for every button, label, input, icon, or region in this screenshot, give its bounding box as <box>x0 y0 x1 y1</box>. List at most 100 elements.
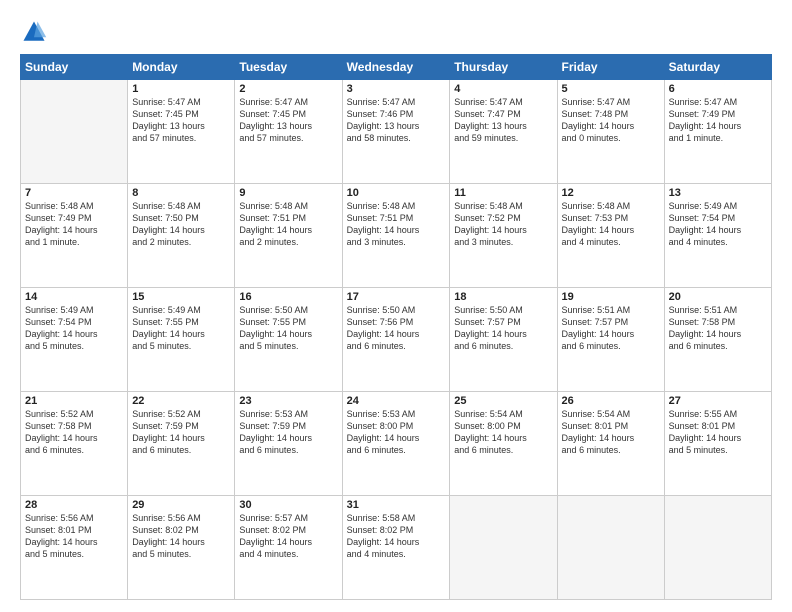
day-cell <box>21 80 128 184</box>
week-row-4: 21Sunrise: 5:52 AM Sunset: 7:58 PM Dayli… <box>21 392 772 496</box>
day-header-monday: Monday <box>128 55 235 80</box>
day-cell: 18Sunrise: 5:50 AM Sunset: 7:57 PM Dayli… <box>450 288 557 392</box>
day-cell: 24Sunrise: 5:53 AM Sunset: 8:00 PM Dayli… <box>342 392 450 496</box>
week-row-2: 7Sunrise: 5:48 AM Sunset: 7:49 PM Daylig… <box>21 184 772 288</box>
day-header-saturday: Saturday <box>664 55 771 80</box>
day-cell: 10Sunrise: 5:48 AM Sunset: 7:51 PM Dayli… <box>342 184 450 288</box>
day-number: 26 <box>562 395 660 407</box>
day-header-friday: Friday <box>557 55 664 80</box>
day-number: 25 <box>454 395 552 407</box>
day-number: 9 <box>239 187 337 199</box>
day-info: Sunrise: 5:48 AM Sunset: 7:51 PM Dayligh… <box>347 200 446 249</box>
day-number: 5 <box>562 83 660 95</box>
day-cell: 28Sunrise: 5:56 AM Sunset: 8:01 PM Dayli… <box>21 496 128 600</box>
week-row-5: 28Sunrise: 5:56 AM Sunset: 8:01 PM Dayli… <box>21 496 772 600</box>
day-cell: 3Sunrise: 5:47 AM Sunset: 7:46 PM Daylig… <box>342 80 450 184</box>
day-cell: 26Sunrise: 5:54 AM Sunset: 8:01 PM Dayli… <box>557 392 664 496</box>
logo <box>20 18 52 46</box>
day-info: Sunrise: 5:47 AM Sunset: 7:47 PM Dayligh… <box>454 96 552 145</box>
day-info: Sunrise: 5:51 AM Sunset: 7:58 PM Dayligh… <box>669 304 767 353</box>
day-number: 19 <box>562 291 660 303</box>
day-info: Sunrise: 5:52 AM Sunset: 7:58 PM Dayligh… <box>25 408 123 457</box>
day-cell: 8Sunrise: 5:48 AM Sunset: 7:50 PM Daylig… <box>128 184 235 288</box>
day-cell <box>557 496 664 600</box>
day-number: 7 <box>25 187 123 199</box>
day-cell: 31Sunrise: 5:58 AM Sunset: 8:02 PM Dayli… <box>342 496 450 600</box>
day-info: Sunrise: 5:54 AM Sunset: 8:00 PM Dayligh… <box>454 408 552 457</box>
week-row-3: 14Sunrise: 5:49 AM Sunset: 7:54 PM Dayli… <box>21 288 772 392</box>
day-info: Sunrise: 5:56 AM Sunset: 8:02 PM Dayligh… <box>132 512 230 561</box>
day-info: Sunrise: 5:55 AM Sunset: 8:01 PM Dayligh… <box>669 408 767 457</box>
day-cell <box>450 496 557 600</box>
day-info: Sunrise: 5:48 AM Sunset: 7:50 PM Dayligh… <box>132 200 230 249</box>
day-info: Sunrise: 5:49 AM Sunset: 7:54 PM Dayligh… <box>25 304 123 353</box>
day-cell: 9Sunrise: 5:48 AM Sunset: 7:51 PM Daylig… <box>235 184 342 288</box>
day-header-thursday: Thursday <box>450 55 557 80</box>
day-cell: 30Sunrise: 5:57 AM Sunset: 8:02 PM Dayli… <box>235 496 342 600</box>
day-number: 28 <box>25 499 123 511</box>
day-cell: 17Sunrise: 5:50 AM Sunset: 7:56 PM Dayli… <box>342 288 450 392</box>
day-header-wednesday: Wednesday <box>342 55 450 80</box>
day-number: 14 <box>25 291 123 303</box>
day-info: Sunrise: 5:49 AM Sunset: 7:55 PM Dayligh… <box>132 304 230 353</box>
day-number: 3 <box>347 83 446 95</box>
day-cell: 13Sunrise: 5:49 AM Sunset: 7:54 PM Dayli… <box>664 184 771 288</box>
day-cell: 4Sunrise: 5:47 AM Sunset: 7:47 PM Daylig… <box>450 80 557 184</box>
day-info: Sunrise: 5:53 AM Sunset: 8:00 PM Dayligh… <box>347 408 446 457</box>
day-number: 15 <box>132 291 230 303</box>
day-info: Sunrise: 5:57 AM Sunset: 8:02 PM Dayligh… <box>239 512 337 561</box>
day-number: 6 <box>669 83 767 95</box>
day-cell: 7Sunrise: 5:48 AM Sunset: 7:49 PM Daylig… <box>21 184 128 288</box>
page: SundayMondayTuesdayWednesdayThursdayFrid… <box>0 0 792 612</box>
logo-icon <box>20 18 48 46</box>
day-cell: 2Sunrise: 5:47 AM Sunset: 7:45 PM Daylig… <box>235 80 342 184</box>
day-number: 1 <box>132 83 230 95</box>
day-info: Sunrise: 5:48 AM Sunset: 7:52 PM Dayligh… <box>454 200 552 249</box>
day-cell: 1Sunrise: 5:47 AM Sunset: 7:45 PM Daylig… <box>128 80 235 184</box>
day-cell: 22Sunrise: 5:52 AM Sunset: 7:59 PM Dayli… <box>128 392 235 496</box>
day-info: Sunrise: 5:47 AM Sunset: 7:49 PM Dayligh… <box>669 96 767 145</box>
day-number: 18 <box>454 291 552 303</box>
day-info: Sunrise: 5:56 AM Sunset: 8:01 PM Dayligh… <box>25 512 123 561</box>
header <box>20 18 772 46</box>
day-number: 12 <box>562 187 660 199</box>
day-cell: 25Sunrise: 5:54 AM Sunset: 8:00 PM Dayli… <box>450 392 557 496</box>
day-number: 10 <box>347 187 446 199</box>
day-number: 17 <box>347 291 446 303</box>
day-number: 11 <box>454 187 552 199</box>
day-info: Sunrise: 5:48 AM Sunset: 7:49 PM Dayligh… <box>25 200 123 249</box>
day-number: 20 <box>669 291 767 303</box>
day-info: Sunrise: 5:50 AM Sunset: 7:57 PM Dayligh… <box>454 304 552 353</box>
day-number: 29 <box>132 499 230 511</box>
day-header-sunday: Sunday <box>21 55 128 80</box>
day-cell: 11Sunrise: 5:48 AM Sunset: 7:52 PM Dayli… <box>450 184 557 288</box>
day-cell: 27Sunrise: 5:55 AM Sunset: 8:01 PM Dayli… <box>664 392 771 496</box>
day-cell: 12Sunrise: 5:48 AM Sunset: 7:53 PM Dayli… <box>557 184 664 288</box>
day-info: Sunrise: 5:47 AM Sunset: 7:46 PM Dayligh… <box>347 96 446 145</box>
day-number: 13 <box>669 187 767 199</box>
day-cell: 19Sunrise: 5:51 AM Sunset: 7:57 PM Dayli… <box>557 288 664 392</box>
day-cell: 16Sunrise: 5:50 AM Sunset: 7:55 PM Dayli… <box>235 288 342 392</box>
day-info: Sunrise: 5:47 AM Sunset: 7:45 PM Dayligh… <box>239 96 337 145</box>
day-cell: 15Sunrise: 5:49 AM Sunset: 7:55 PM Dayli… <box>128 288 235 392</box>
day-cell: 29Sunrise: 5:56 AM Sunset: 8:02 PM Dayli… <box>128 496 235 600</box>
day-number: 23 <box>239 395 337 407</box>
day-info: Sunrise: 5:48 AM Sunset: 7:53 PM Dayligh… <box>562 200 660 249</box>
day-cell: 23Sunrise: 5:53 AM Sunset: 7:59 PM Dayli… <box>235 392 342 496</box>
day-info: Sunrise: 5:50 AM Sunset: 7:56 PM Dayligh… <box>347 304 446 353</box>
day-info: Sunrise: 5:49 AM Sunset: 7:54 PM Dayligh… <box>669 200 767 249</box>
day-cell: 20Sunrise: 5:51 AM Sunset: 7:58 PM Dayli… <box>664 288 771 392</box>
day-number: 31 <box>347 499 446 511</box>
day-cell <box>664 496 771 600</box>
day-cell: 14Sunrise: 5:49 AM Sunset: 7:54 PM Dayli… <box>21 288 128 392</box>
day-number: 24 <box>347 395 446 407</box>
day-info: Sunrise: 5:52 AM Sunset: 7:59 PM Dayligh… <box>132 408 230 457</box>
day-cell: 6Sunrise: 5:47 AM Sunset: 7:49 PM Daylig… <box>664 80 771 184</box>
day-number: 22 <box>132 395 230 407</box>
day-info: Sunrise: 5:47 AM Sunset: 7:48 PM Dayligh… <box>562 96 660 145</box>
day-number: 30 <box>239 499 337 511</box>
day-number: 8 <box>132 187 230 199</box>
day-info: Sunrise: 5:51 AM Sunset: 7:57 PM Dayligh… <box>562 304 660 353</box>
day-info: Sunrise: 5:54 AM Sunset: 8:01 PM Dayligh… <box>562 408 660 457</box>
day-info: Sunrise: 5:47 AM Sunset: 7:45 PM Dayligh… <box>132 96 230 145</box>
